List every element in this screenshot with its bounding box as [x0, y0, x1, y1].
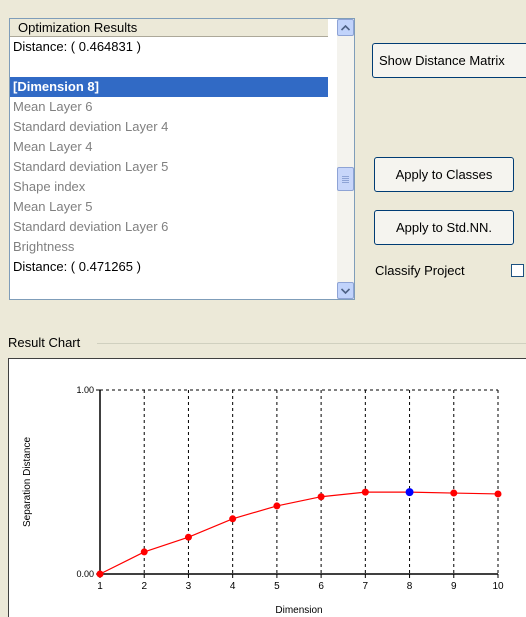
data-point — [140, 548, 148, 556]
result-chart-group-title: Result Chart — [8, 335, 81, 350]
list-item[interactable] — [10, 57, 328, 77]
scroll-up-button[interactable] — [337, 19, 354, 36]
list-item-selected[interactable]: [Dimension 8] — [10, 77, 328, 97]
data-point — [273, 502, 281, 510]
x-tick-label: 8 — [407, 581, 413, 592]
vertical-scrollbar[interactable] — [337, 19, 354, 299]
x-tick-label: 3 — [186, 581, 192, 592]
scroll-down-button[interactable] — [337, 282, 354, 299]
data-point — [361, 488, 369, 496]
show-distance-matrix-button[interactable]: Show Distance Matrix — [372, 43, 526, 78]
data-point — [96, 570, 104, 578]
x-tick-label: 1 — [97, 581, 103, 592]
x-tick-label: 5 — [274, 581, 280, 592]
apply-to-classes-button[interactable]: Apply to Classes — [374, 157, 514, 192]
list-item[interactable]: Distance: ( 0.464831 ) — [10, 37, 328, 57]
chevron-down-icon — [341, 287, 350, 294]
data-point — [494, 490, 502, 498]
x-tick-label: 9 — [451, 581, 457, 592]
y-axis-label: Separation Distance — [22, 437, 33, 527]
x-tick-label: 6 — [318, 581, 324, 592]
list-item[interactable]: Mean Layer 4 — [10, 137, 328, 157]
y-tick-label: 1.00 — [76, 385, 94, 395]
chart-canvas: 1.00 0.001 2 3 4 5 6 7 8 9 10 Dimension Separation D… — [22, 385, 504, 616]
result-chart: 1.00 0.00 1 2 3 4 5 6 7 8 9 10 Dimension Separation D… — [8, 358, 526, 617]
chevron-up-icon — [341, 24, 350, 31]
list-item[interactable]: Standard deviation Layer 4 — [10, 117, 328, 137]
list-items: Distance: ( 0.464831 ) [Dimension 8] Mean … — [10, 37, 328, 277]
list-item[interactable]: Mean Layer 5 — [10, 197, 328, 217]
y-tick-label: 0.00 — [76, 569, 94, 579]
optimization-results-list[interactable]: Optimization Results Distance: ( 0.46483… — [9, 18, 355, 300]
list-header: Optimization Results — [10, 19, 328, 37]
list-item[interactable]: Distance: ( 0.471265 ) — [10, 257, 328, 277]
selected-data-point — [405, 488, 414, 497]
list-item[interactable]: Brightness — [10, 237, 328, 257]
scroll-thumb[interactable] — [337, 167, 354, 191]
series-line — [99, 491, 499, 575]
x-tick-label: 7 — [363, 581, 369, 592]
list-item[interactable]: Mean Layer 6 — [10, 97, 328, 117]
data-point — [229, 515, 237, 523]
group-divider — [97, 343, 526, 344]
apply-to-stdnn-button[interactable]: Apply to Std.NN. — [374, 210, 514, 245]
list-item[interactable]: Standard deviation Layer 6 — [10, 217, 328, 237]
x-tick-label: 2 — [141, 581, 147, 592]
x-axis-label: Dimension — [275, 605, 322, 616]
x-tick-label: 10 — [492, 581, 504, 592]
data-point — [450, 489, 458, 497]
classify-project-label: Classify Project — [375, 263, 465, 278]
data-point — [317, 493, 325, 501]
classify-project-checkbox[interactable] — [511, 264, 524, 277]
data-point — [184, 533, 192, 541]
x-tick-label: 4 — [230, 581, 236, 592]
list-item[interactable]: Shape index — [10, 177, 328, 197]
list-item[interactable]: Standard deviation Layer 5 — [10, 157, 328, 177]
